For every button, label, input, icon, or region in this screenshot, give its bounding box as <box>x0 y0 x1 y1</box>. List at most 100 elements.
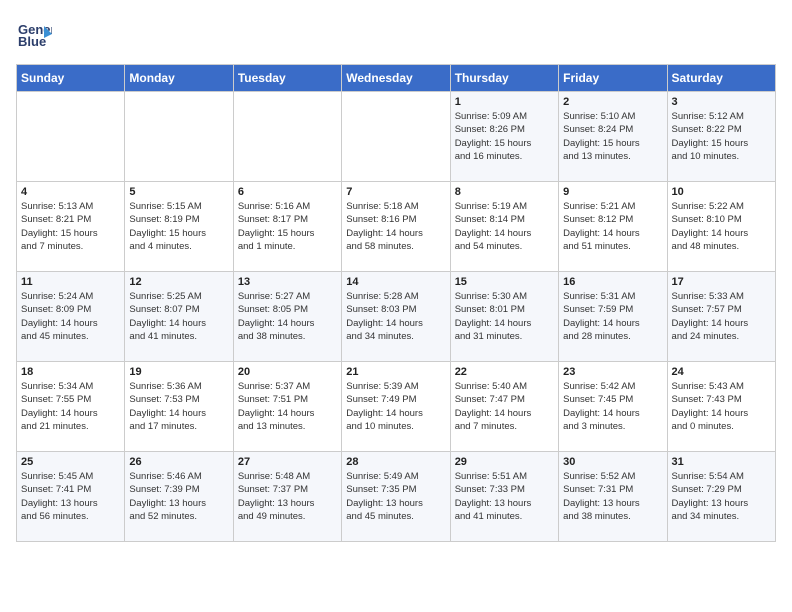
day-info: Sunrise: 5:21 AM Sunset: 8:12 PM Dayligh… <box>563 200 662 253</box>
day-info: Sunrise: 5:22 AM Sunset: 8:10 PM Dayligh… <box>672 200 771 253</box>
calendar-cell: 18 Sunrise: 5:34 AM Sunset: 7:55 PM Dayli… <box>17 362 125 452</box>
day-number: 12 <box>129 276 228 288</box>
calendar-table: SundayMondayTuesdayWednesdayThursdayFrid… <box>16 64 776 542</box>
calendar-cell: 27 Sunrise: 5:48 AM Sunset: 7:37 PM Dayli… <box>233 452 341 542</box>
day-number: 22 <box>455 366 554 378</box>
calendar-cell: 21Sunrise: 5:39 AM Sunset: 7:49 PM Dayli… <box>342 362 450 452</box>
calendar-cell: 31Sunrise: 5:54 AM Sunset: 7:29 PM Dayli… <box>667 452 775 542</box>
day-info: Sunrise: 5:25 AM Sunset: 8:07 PM Dayligh… <box>129 290 228 343</box>
calendar-cell: 14Sunrise: 5:28 AM Sunset: 8:03 PM Dayli… <box>342 272 450 362</box>
day-number: 5 <box>129 186 228 198</box>
calendar-cell <box>17 92 125 182</box>
day-number: 30 <box>563 456 662 468</box>
calendar-cell: 25 Sunrise: 5:45 AM Sunset: 7:41 PM Dayli… <box>17 452 125 542</box>
day-info: Sunrise: 5:49 AM Sunset: 7:35 PM Dayligh… <box>346 470 445 523</box>
day-number: 2 <box>563 96 662 108</box>
day-info: Sunrise: 5:12 AM Sunset: 8:22 PM Dayligh… <box>672 110 771 163</box>
day-info: Sunrise: 5:40 AM Sunset: 7:47 PM Dayligh… <box>455 380 554 433</box>
day-number: 31 <box>672 456 771 468</box>
weekday-header-friday: Friday <box>559 65 667 92</box>
day-number: 27 <box>238 456 337 468</box>
day-number: 25 <box>21 456 120 468</box>
day-info: Sunrise: 5:52 AM Sunset: 7:31 PM Dayligh… <box>563 470 662 523</box>
day-number: 15 <box>455 276 554 288</box>
calendar-cell <box>342 92 450 182</box>
day-info: Sunrise: 5:24 AM Sunset: 8:09 PM Dayligh… <box>21 290 120 343</box>
day-number: 11 <box>21 276 120 288</box>
day-info: Sunrise: 5:46 AM Sunset: 7:39 PM Dayligh… <box>129 470 228 523</box>
day-number: 18 <box>21 366 120 378</box>
calendar-cell: 9 Sunrise: 5:21 AM Sunset: 8:12 PM Daylig… <box>559 182 667 272</box>
calendar-cell: 11 Sunrise: 5:24 AM Sunset: 8:09 PM Dayli… <box>17 272 125 362</box>
calendar-cell: 16 Sunrise: 5:31 AM Sunset: 7:59 PM Dayli… <box>559 272 667 362</box>
calendar-cell: 1 Sunrise: 5:09 AM Sunset: 8:26 PM Daylig… <box>450 92 558 182</box>
day-number: 24 <box>672 366 771 378</box>
day-number: 4 <box>21 186 120 198</box>
calendar-cell: 10 Sunrise: 5:22 AM Sunset: 8:10 PM Dayli… <box>667 182 775 272</box>
calendar-cell: 17 Sunrise: 5:33 AM Sunset: 7:57 PM Dayli… <box>667 272 775 362</box>
day-info: Sunrise: 5:48 AM Sunset: 7:37 PM Dayligh… <box>238 470 337 523</box>
day-info: Sunrise: 5:30 AM Sunset: 8:01 PM Dayligh… <box>455 290 554 343</box>
day-info: Sunrise: 5:34 AM Sunset: 7:55 PM Dayligh… <box>21 380 120 433</box>
day-info: Sunrise: 5:43 AM Sunset: 7:43 PM Dayligh… <box>672 380 771 433</box>
day-number: 29 <box>455 456 554 468</box>
calendar-cell: 4 Sunrise: 5:13 AM Sunset: 8:21 PM Daylig… <box>17 182 125 272</box>
weekday-header-wednesday: Wednesday <box>342 65 450 92</box>
day-number: 10 <box>672 186 771 198</box>
calendar-cell: 15 Sunrise: 5:30 AM Sunset: 8:01 PM Dayli… <box>450 272 558 362</box>
calendar-cell: 19 Sunrise: 5:36 AM Sunset: 7:53 PM Dayli… <box>125 362 233 452</box>
weekday-header-tuesday: Tuesday <box>233 65 341 92</box>
calendar-cell: 20 Sunrise: 5:37 AM Sunset: 7:51 PM Dayli… <box>233 362 341 452</box>
day-info: Sunrise: 5:45 AM Sunset: 7:41 PM Dayligh… <box>21 470 120 523</box>
calendar-cell: 26 Sunrise: 5:46 AM Sunset: 7:39 PM Dayli… <box>125 452 233 542</box>
day-info: Sunrise: 5:18 AM Sunset: 8:16 PM Dayligh… <box>346 200 445 253</box>
day-number: 17 <box>672 276 771 288</box>
day-number: 3 <box>672 96 771 108</box>
day-info: Sunrise: 5:37 AM Sunset: 7:51 PM Dayligh… <box>238 380 337 433</box>
day-info: Sunrise: 5:27 AM Sunset: 8:05 PM Dayligh… <box>238 290 337 343</box>
day-info: Sunrise: 5:31 AM Sunset: 7:59 PM Dayligh… <box>563 290 662 343</box>
calendar-cell: 23Sunrise: 5:42 AM Sunset: 7:45 PM Dayli… <box>559 362 667 452</box>
day-info: Sunrise: 5:51 AM Sunset: 7:33 PM Dayligh… <box>455 470 554 523</box>
day-info: Sunrise: 5:33 AM Sunset: 7:57 PM Dayligh… <box>672 290 771 343</box>
calendar-cell: 7Sunrise: 5:18 AM Sunset: 8:16 PM Daylig… <box>342 182 450 272</box>
page-header: General Blue <box>16 16 776 52</box>
calendar-cell: 13 Sunrise: 5:27 AM Sunset: 8:05 PM Dayli… <box>233 272 341 362</box>
day-number: 20 <box>238 366 337 378</box>
calendar-cell: 8Sunrise: 5:19 AM Sunset: 8:14 PM Daylig… <box>450 182 558 272</box>
day-info: Sunrise: 5:28 AM Sunset: 8:03 PM Dayligh… <box>346 290 445 343</box>
day-info: Sunrise: 5:16 AM Sunset: 8:17 PM Dayligh… <box>238 200 337 253</box>
calendar-cell: 2 Sunrise: 5:10 AM Sunset: 8:24 PM Daylig… <box>559 92 667 182</box>
weekday-header-monday: Monday <box>125 65 233 92</box>
day-number: 9 <box>563 186 662 198</box>
calendar-cell: 6 Sunrise: 5:16 AM Sunset: 8:17 PM Daylig… <box>233 182 341 272</box>
day-info: Sunrise: 5:13 AM Sunset: 8:21 PM Dayligh… <box>21 200 120 253</box>
day-number: 26 <box>129 456 228 468</box>
day-info: Sunrise: 5:42 AM Sunset: 7:45 PM Dayligh… <box>563 380 662 433</box>
day-info: Sunrise: 5:36 AM Sunset: 7:53 PM Dayligh… <box>129 380 228 433</box>
calendar-cell <box>125 92 233 182</box>
day-info: Sunrise: 5:39 AM Sunset: 7:49 PM Dayligh… <box>346 380 445 433</box>
day-info: Sunrise: 5:10 AM Sunset: 8:24 PM Dayligh… <box>563 110 662 163</box>
calendar-cell: 28 Sunrise: 5:49 AM Sunset: 7:35 PM Dayli… <box>342 452 450 542</box>
day-number: 6 <box>238 186 337 198</box>
weekday-header-saturday: Saturday <box>667 65 775 92</box>
day-number: 16 <box>563 276 662 288</box>
weekday-header-thursday: Thursday <box>450 65 558 92</box>
day-info: Sunrise: 5:15 AM Sunset: 8:19 PM Dayligh… <box>129 200 228 253</box>
calendar-cell: 3 Sunrise: 5:12 AM Sunset: 8:22 PM Daylig… <box>667 92 775 182</box>
weekday-header-sunday: Sunday <box>17 65 125 92</box>
svg-text:Blue: Blue <box>18 34 46 49</box>
day-number: 28 <box>346 456 445 468</box>
day-info: Sunrise: 5:19 AM Sunset: 8:14 PM Dayligh… <box>455 200 554 253</box>
day-number: 19 <box>129 366 228 378</box>
day-number: 13 <box>238 276 337 288</box>
day-info: Sunrise: 5:09 AM Sunset: 8:26 PM Dayligh… <box>455 110 554 163</box>
calendar-cell: 29 Sunrise: 5:51 AM Sunset: 7:33 PM Dayli… <box>450 452 558 542</box>
day-number: 1 <box>455 96 554 108</box>
calendar-cell <box>233 92 341 182</box>
calendar-cell: 12 Sunrise: 5:25 AM Sunset: 8:07 PM Dayli… <box>125 272 233 362</box>
calendar-cell: 5 Sunrise: 5:15 AM Sunset: 8:19 PM Daylig… <box>125 182 233 272</box>
logo-icon: General Blue <box>16 16 52 52</box>
logo: General Blue <box>16 16 56 52</box>
